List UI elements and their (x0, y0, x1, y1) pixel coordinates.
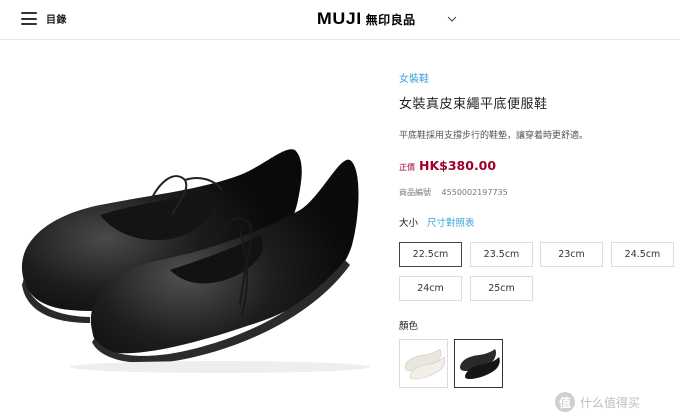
sku-row: 商品編號 4550002197735 (399, 187, 669, 198)
size-chart-link[interactable]: 尺寸對照表 (427, 215, 475, 229)
price-row: 正價 HK$380.00 (399, 158, 669, 173)
category-link[interactable]: 女裝鞋 (399, 70, 669, 85)
size-option-23[interactable]: 23cm (540, 242, 603, 267)
logo-latin-text: MUJI (316, 9, 362, 28)
price-value: HK$380.00 (419, 158, 497, 173)
size-option-24-5[interactable]: 24.5cm (611, 242, 674, 267)
watermark-text: 什么值得买 (580, 395, 641, 410)
color-swatch-black[interactable] (454, 339, 503, 388)
sku-label: 商品編號 (399, 188, 431, 197)
product-image (21, 149, 370, 373)
size-header: 大小 尺寸對照表 (399, 215, 669, 229)
menu-button[interactable]: 目錄 (21, 11, 67, 26)
size-option-25[interactable]: 25cm (470, 276, 533, 301)
watermark-logo-icon: 值 (555, 392, 575, 412)
top-header: 目錄 MUJI 無印良品 (0, 0, 680, 40)
sku-value: 4550002197735 (441, 188, 508, 197)
watermark: 值 什么值得买 (555, 392, 640, 412)
price-label: 正價 (399, 163, 415, 172)
white-shoe-thumbnail-icon (404, 348, 446, 380)
size-option-22-5[interactable]: 22.5cm (399, 242, 462, 267)
menu-label: 目錄 (46, 15, 67, 26)
muji-logo[interactable]: MUJI 無印良品 (316, 9, 416, 29)
chevron-down-icon[interactable] (447, 14, 457, 24)
hamburger-icon (21, 12, 37, 25)
shoe-shadow (70, 361, 370, 373)
black-shoe-thumbnail-icon (460, 349, 500, 379)
size-option-23-5[interactable]: 23.5cm (470, 242, 533, 267)
product-description: 平底鞋採用支撐步行的鞋墊，讓穿着時更舒適。 (399, 131, 589, 141)
product-title: 女裝真皮束繩平底便服鞋 (399, 97, 548, 112)
product-info: 女裝鞋 女裝真皮束繩平底便服鞋 平底鞋採用支撐步行的鞋墊，讓穿着時更舒適。 正價… (399, 70, 669, 229)
size-label: 大小 (399, 218, 419, 229)
logo-cjk-text: 無印良品 (365, 13, 416, 27)
size-option-24[interactable]: 24cm (399, 276, 462, 301)
color-swatch-white[interactable] (399, 339, 448, 388)
color-label: 顏色 (399, 321, 419, 332)
